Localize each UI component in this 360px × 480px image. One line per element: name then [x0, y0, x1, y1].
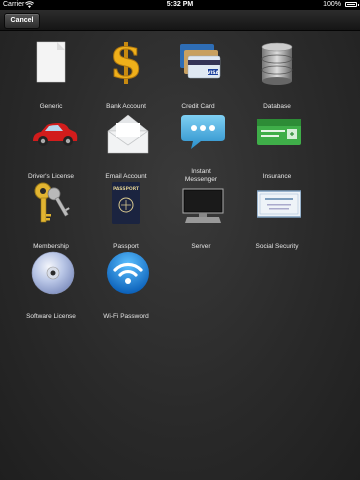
- database-icon: [257, 41, 297, 85]
- envelope-icon: [106, 111, 149, 155]
- nav-bar: Cancel: [0, 10, 360, 31]
- category-label: Credit Card: [181, 103, 215, 110]
- svg-text:PASSPORT: PASSPORT: [113, 186, 140, 192]
- keys-icon: [31, 181, 71, 225]
- battery-fill: [347, 4, 355, 5]
- category-credit-card[interactable]: VISA Credit Card: [153, 41, 243, 110]
- generic-document-icon: [31, 41, 71, 85]
- credit-card-icon: VISA: [178, 41, 221, 85]
- category-label: Wi-Fi Password: [103, 313, 149, 320]
- insurance-card-icon: [257, 111, 301, 155]
- category-label: Insurance: [262, 173, 292, 180]
- status-bar: Carrier 5:32 PM 100%: [0, 0, 360, 10]
- dollar-sign-icon: S: [106, 39, 146, 89]
- category-social-security[interactable]: Social Security: [232, 181, 322, 250]
- disc-icon: [31, 251, 75, 295]
- red-car-icon: [31, 111, 78, 155]
- category-grid: Generic S Bank Account VISA Credit Card: [0, 31, 360, 480]
- cancel-button[interactable]: Cancel: [4, 13, 40, 29]
- passport-icon: PASSPORT: [106, 181, 146, 225]
- battery-icon: [345, 2, 359, 7]
- computer-icon: [181, 181, 224, 225]
- wifi-icon: [106, 251, 149, 295]
- battery-percent: 100%: [323, 1, 341, 8]
- certificate-icon: [256, 181, 302, 225]
- category-database[interactable]: Database: [232, 41, 322, 110]
- category-label: Social Security: [255, 243, 299, 250]
- svg-text:S: S: [111, 41, 141, 85]
- category-wifi-password[interactable]: Wi-Fi Password: [81, 251, 171, 320]
- category-insurance[interactable]: Insurance: [232, 111, 322, 180]
- category-label: Database: [263, 103, 291, 110]
- status-time: 5:32 PM: [166, 1, 194, 8]
- svg-text:VISA: VISA: [207, 70, 219, 76]
- chat-bubble-icon: [181, 111, 225, 155]
